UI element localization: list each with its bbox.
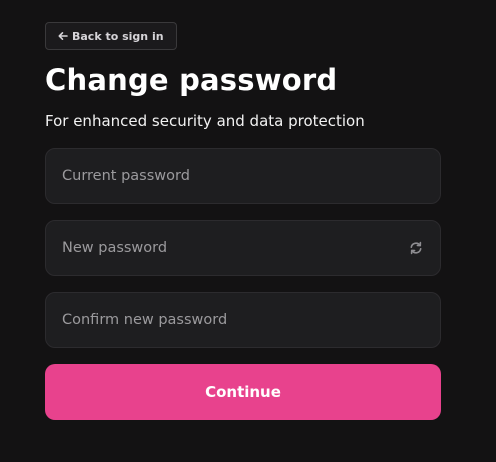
regenerate-icon[interactable] <box>408 240 424 256</box>
page-title: Change password <box>45 63 338 97</box>
new-password-field <box>45 220 441 276</box>
arrow-left-icon <box>58 31 68 41</box>
current-password-field <box>45 148 441 204</box>
continue-button[interactable]: Continue <box>45 364 441 420</box>
back-to-sign-in-button[interactable]: Back to sign in <box>45 22 177 50</box>
back-button-label: Back to sign in <box>72 29 164 43</box>
change-password-panel: Back to sign in Change password For enha… <box>0 0 496 462</box>
current-password-input[interactable] <box>62 168 424 184</box>
new-password-input[interactable] <box>62 240 400 256</box>
confirm-password-input[interactable] <box>62 312 424 328</box>
confirm-password-field <box>45 292 441 348</box>
page-subtitle: For enhanced security and data protectio… <box>45 112 365 130</box>
